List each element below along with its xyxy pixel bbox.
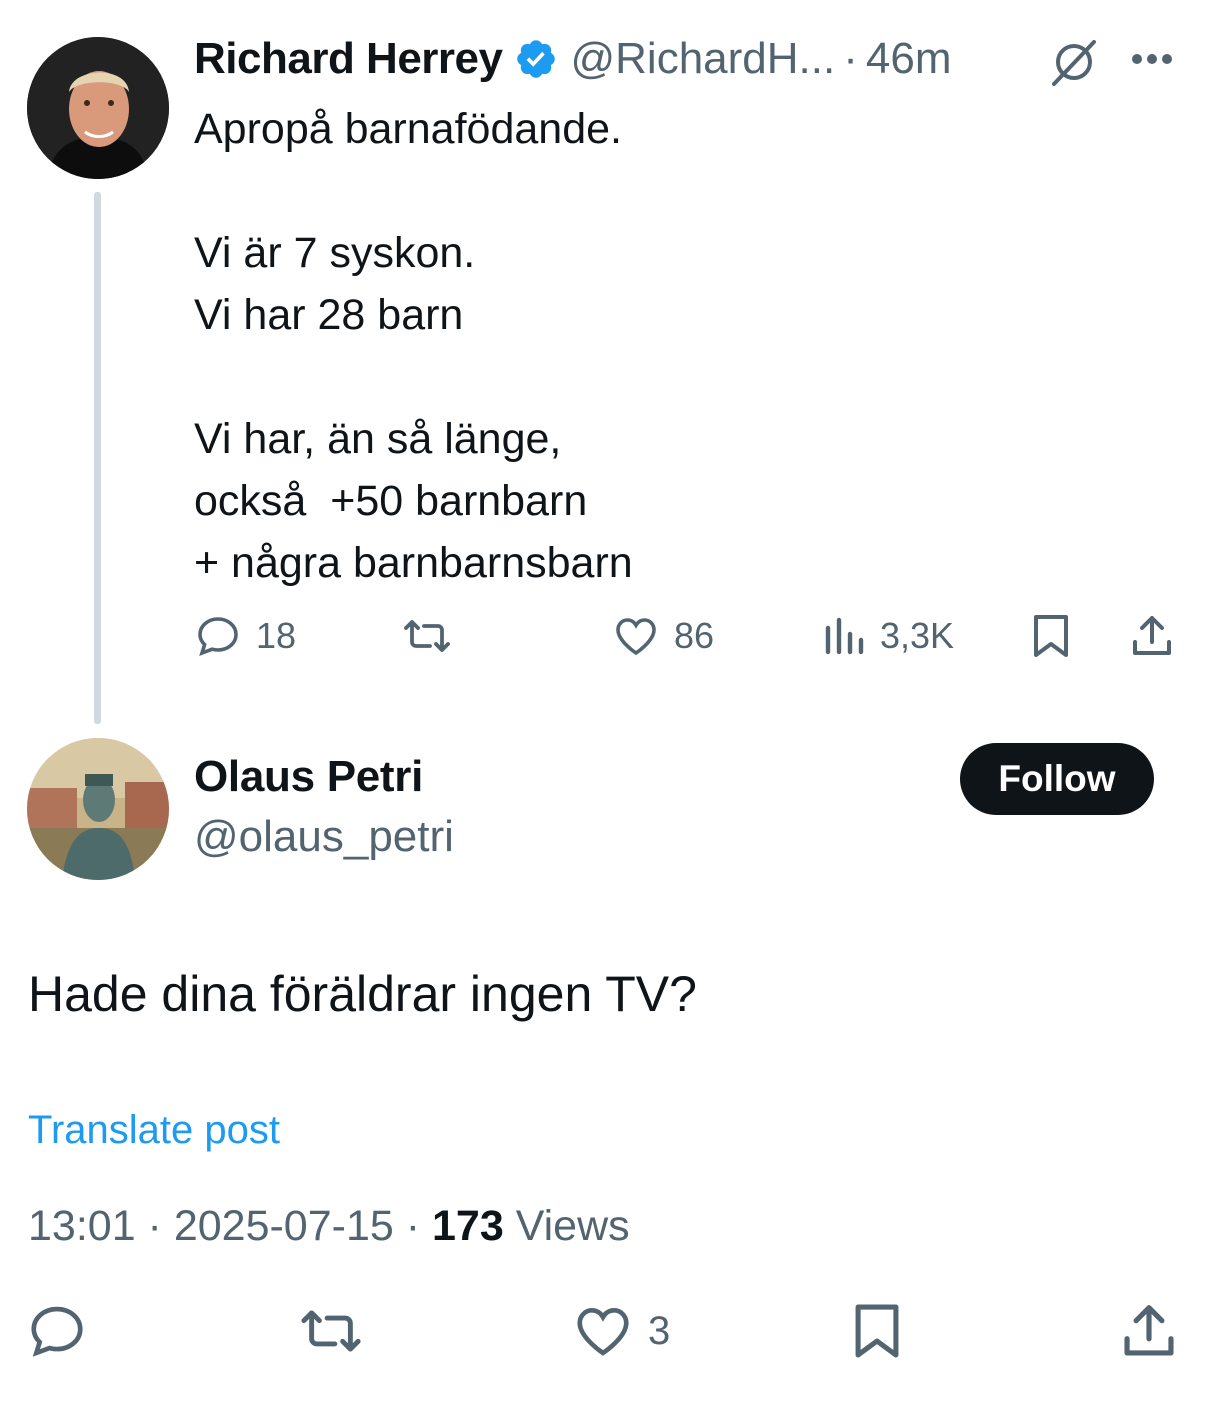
reply-share-button[interactable]	[1118, 1300, 1180, 1362]
thread-connector-line	[94, 192, 101, 724]
parent-retweet-button[interactable]	[400, 612, 454, 660]
reply-author-name[interactable]: Olaus Petri	[194, 752, 423, 802]
reply-reply-button[interactable]	[26, 1300, 88, 1362]
reply-like-count: 3	[648, 1308, 671, 1353]
richard-herrey-avatar[interactable]	[27, 37, 169, 179]
reply-bookmark-button[interactable]	[848, 1300, 906, 1362]
parent-like-button[interactable]: 86	[612, 612, 714, 660]
parent-reply-count: 18	[256, 615, 297, 656]
timestamp-separator: ·	[135, 1202, 174, 1250]
olaus-petri-avatar[interactable]	[27, 738, 169, 880]
retweet-icon	[404, 620, 450, 652]
parent-share-button[interactable]	[1128, 612, 1176, 660]
translate-post-link[interactable]: Translate post	[28, 1108, 280, 1153]
bookmark-icon	[855, 1304, 899, 1358]
share-icon	[1124, 1305, 1174, 1356]
bookmark-icon	[1034, 615, 1068, 657]
reply-views-label: Views	[503, 1202, 630, 1250]
parent-time-ago[interactable]: 46m	[866, 34, 952, 84]
parent-author-name[interactable]: Richard Herrey	[194, 34, 503, 84]
parent-tweet-text: Apropå barnafödande. Vi är 7 syskon. Vi …	[194, 105, 633, 587]
reply-retweet-button[interactable]	[296, 1300, 366, 1362]
reply-author-handle[interactable]: @olaus_petri	[194, 812, 454, 862]
reply-tweet-text: Hade dina föräldrar ingen TV?	[28, 966, 697, 1022]
reply-icon	[31, 1306, 83, 1357]
heart-icon	[577, 1308, 629, 1356]
grok-icon[interactable]	[1048, 36, 1100, 88]
parent-handle[interactable]: @RichardH...	[570, 34, 835, 84]
views-chart-icon	[825, 617, 864, 655]
parent-bookmark-button[interactable]	[1028, 612, 1074, 660]
reply-time[interactable]: 13:01	[28, 1202, 136, 1250]
more-options-icon[interactable]	[1130, 52, 1174, 66]
heart-icon	[616, 618, 656, 656]
reply-icon	[198, 617, 238, 656]
reply-views-count[interactable]: 173	[432, 1202, 504, 1250]
parent-views-button[interactable]: 3,3K	[822, 612, 954, 660]
reply-date[interactable]: 2025-07-15	[174, 1202, 394, 1250]
retweet-icon	[301, 1310, 361, 1352]
parent-reply-button[interactable]: 18	[194, 612, 296, 660]
timestamp-separator: ·	[393, 1202, 433, 1250]
parent-like-count: 86	[674, 615, 715, 656]
parent-views-count: 3,3K	[880, 615, 955, 656]
share-icon	[1133, 616, 1171, 655]
follow-button[interactable]: Follow	[960, 743, 1154, 815]
reply-like-button[interactable]: 3	[572, 1300, 670, 1362]
parent-tweet-header: Richard Herrey @RichardH... · 46m	[194, 30, 951, 88]
verified-badge-icon	[517, 40, 556, 78]
reply-timestamp: 13:01 · 2025-07-15 · 173 Views	[28, 1202, 630, 1251]
meta-separator: ·	[843, 34, 858, 83]
